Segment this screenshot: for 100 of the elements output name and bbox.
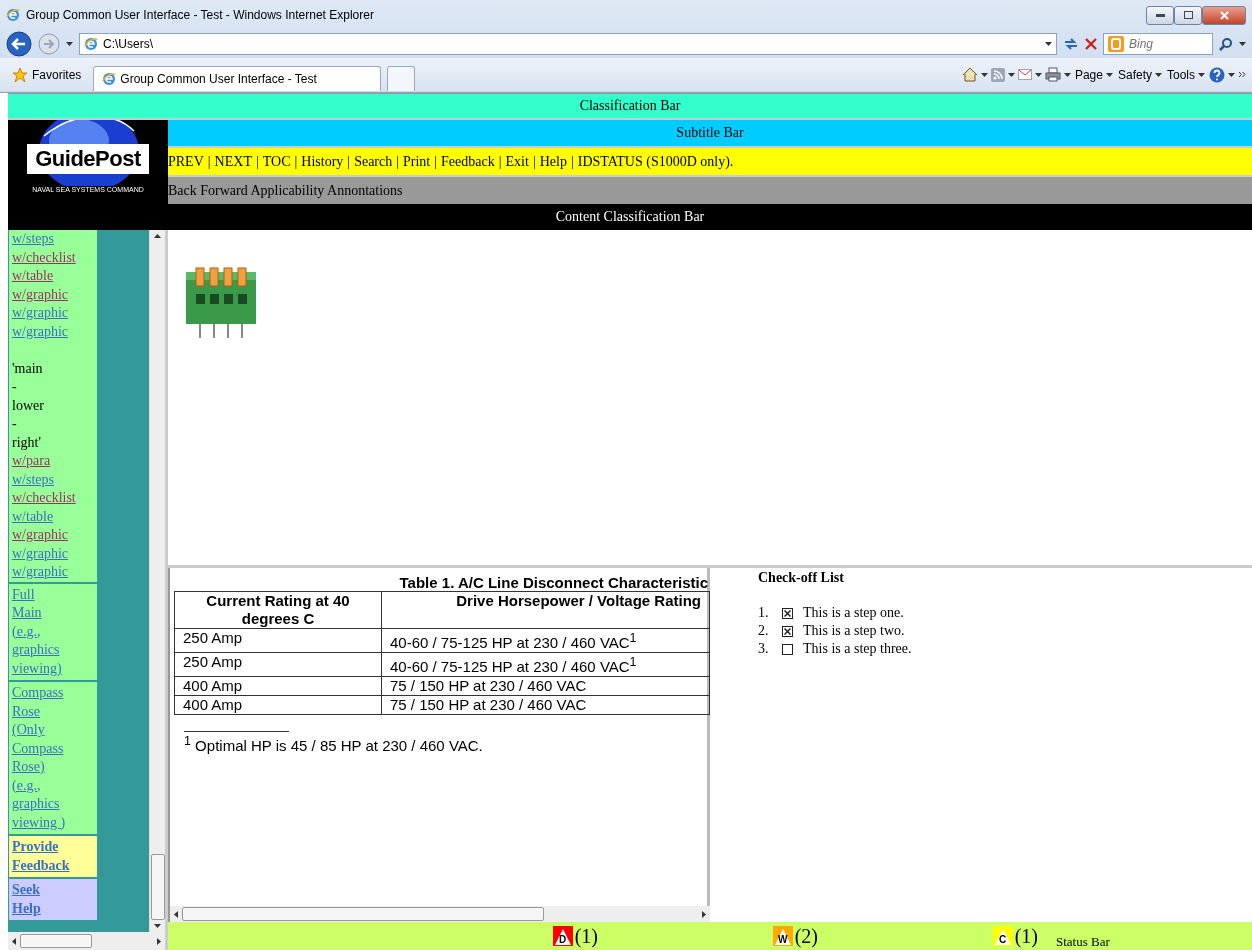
scroll-thumb[interactable] bbox=[150, 854, 165, 920]
arrow-right-icon[interactable] bbox=[157, 937, 161, 945]
cross-mark-icon bbox=[784, 627, 791, 635]
footnote: $^{1}$ Optimal HP is 45 / 85 HP at 230 / 460 VAC. bbox=[183, 734, 484, 754]
caret-icon[interactable] bbox=[1063, 72, 1071, 77]
nav-link[interactable]: NEXT bbox=[214, 153, 252, 170]
caret-icon[interactable] bbox=[1239, 42, 1246, 46]
sidebar-link[interactable]: Full Main (e.g., graphics viewing) bbox=[12, 585, 62, 678]
alert-sign: C bbox=[992, 926, 1013, 946]
table-cell: 40-60 / 75-125 HP at 230 / 460 VAC$^{1}$ bbox=[381, 652, 710, 677]
sidebar-text: - bbox=[12, 378, 17, 396]
menu-button[interactable]: Page bbox=[1073, 65, 1114, 84]
favorites-button[interactable]: Favorites bbox=[6, 63, 88, 86]
search-bar[interactable]: Bing bbox=[1103, 33, 1213, 55]
caret-icon bbox=[1155, 72, 1162, 77]
arrow-left-icon[interactable] bbox=[12, 937, 16, 945]
menu-button[interactable]: Safety bbox=[1116, 65, 1163, 84]
caret-icon bbox=[1105, 72, 1113, 77]
checkbox[interactable] bbox=[782, 607, 793, 619]
checklist-title: Check-off List bbox=[758, 570, 845, 586]
horizontal-scrollbar[interactable] bbox=[8, 932, 165, 950]
sidebar-link[interactable]: w/table bbox=[12, 507, 54, 526]
classification-bar: Classification Bar bbox=[8, 93, 1252, 118]
table-cell: 75 / 150 HP at 230 / 460 VAC bbox=[381, 695, 710, 715]
search-icon[interactable] bbox=[1219, 37, 1233, 51]
arrow-left-icon[interactable] bbox=[174, 910, 178, 918]
status-label: Status Bar bbox=[1055, 934, 1111, 950]
home-icon[interactable] bbox=[961, 67, 978, 82]
nav-link[interactable]: TOC bbox=[262, 153, 291, 170]
step-number: 2. bbox=[758, 622, 770, 640]
sidebar-link[interactable]: w/checklist bbox=[12, 248, 76, 267]
horizontal-scrollbar[interactable] bbox=[170, 906, 710, 922]
nav-link[interactable]: Help bbox=[539, 153, 567, 170]
step-number: 3. bbox=[758, 640, 770, 658]
content-classification-bar: Content Classification Bar bbox=[8, 204, 1252, 230]
sidebar-link[interactable]: w/table bbox=[12, 267, 54, 286]
caret-icon[interactable] bbox=[980, 72, 988, 77]
minimize-button[interactable] bbox=[1146, 5, 1174, 25]
table-cell: 400 Amp bbox=[174, 695, 382, 715]
stop-icon[interactable] bbox=[1085, 38, 1097, 50]
sidebar-link[interactable]: Provide Feedback bbox=[12, 838, 70, 875]
arrow-up-icon[interactable] bbox=[154, 234, 161, 238]
search-engine-logo-icon bbox=[1108, 36, 1124, 52]
nav-link[interactable]: Print bbox=[403, 153, 431, 170]
sidebar-link[interactable]: w/graphic bbox=[12, 544, 68, 563]
table-cell: 40-60 / 75-125 HP at 230 / 460 VAC$^{1}$ bbox=[381, 628, 710, 653]
chevron-icon[interactable] bbox=[1238, 71, 1246, 78]
table-cell: 250 Amp bbox=[174, 628, 382, 653]
vertical-scrollbar[interactable] bbox=[149, 230, 165, 932]
nav-link[interactable]: PREV bbox=[168, 153, 204, 170]
minimize-icon bbox=[1155, 13, 1165, 17]
separator: | bbox=[532, 153, 536, 170]
caret-icon[interactable] bbox=[1034, 72, 1042, 77]
sidebar-link[interactable]: Compass Rose (Only Compass Rose) (e.g., graphics viewing ) bbox=[12, 684, 66, 832]
sidebar-link[interactable]: w/graphic bbox=[12, 285, 68, 304]
nav-link[interactable]: History bbox=[301, 153, 344, 170]
sidebar-link[interactable]: w/steps bbox=[12, 230, 54, 249]
separator: | bbox=[570, 153, 574, 170]
nav-link[interactable]: IDSTATUS (S1000D only). bbox=[577, 153, 734, 170]
sidebar-link[interactable]: Seek Help bbox=[12, 881, 41, 918]
browser-tab[interactable]: Group Common User Interface - Test bbox=[93, 66, 382, 91]
caret-icon[interactable] bbox=[1007, 72, 1015, 77]
sidebar-link[interactable]: w/graphic bbox=[12, 563, 68, 582]
sidebar-link[interactable]: w/checklist bbox=[12, 489, 76, 508]
separator: | bbox=[294, 153, 298, 170]
column-header: Current Rating at 40 degrees C bbox=[174, 591, 382, 629]
printer-icon[interactable] bbox=[1044, 67, 1061, 82]
scroll-thumb[interactable] bbox=[20, 934, 92, 948]
checkbox[interactable] bbox=[782, 643, 793, 655]
nav-link[interactable]: Feedback bbox=[441, 153, 495, 170]
column-header: Drive Horsepower / Voltage Rating bbox=[381, 591, 710, 629]
caret-icon[interactable] bbox=[1228, 72, 1235, 77]
caret-icon[interactable] bbox=[1045, 42, 1052, 46]
maximize-icon bbox=[1183, 11, 1193, 19]
window-title: Group Common User Interface - Test - Windows Internet Explorer bbox=[26, 8, 374, 22]
caret-icon[interactable] bbox=[66, 42, 73, 46]
sidebar-link[interactable]: w/para bbox=[12, 452, 51, 471]
sidebar-link[interactable]: w/graphic bbox=[12, 304, 68, 323]
nav-link[interactable]: Exit bbox=[505, 153, 529, 170]
mail-icon[interactable] bbox=[1017, 69, 1032, 80]
close-button[interactable] bbox=[1202, 5, 1246, 25]
menu-button[interactable]: Tools bbox=[1166, 65, 1206, 84]
scroll-thumb[interactable] bbox=[182, 907, 544, 921]
maximize-button[interactable] bbox=[1174, 5, 1202, 25]
back-button[interactable] bbox=[6, 31, 32, 57]
sidebar-link[interactable]: w/steps bbox=[12, 470, 54, 489]
arrow-down-icon[interactable] bbox=[154, 924, 161, 928]
sidebar-link[interactable]: w/graphic bbox=[12, 526, 68, 545]
refresh-icon[interactable] bbox=[1063, 37, 1079, 51]
arrow-right-icon[interactable] bbox=[702, 910, 706, 918]
sidebar-text: - bbox=[12, 415, 17, 433]
checkbox[interactable] bbox=[782, 625, 793, 637]
sidebar-link[interactable]: w/graphic bbox=[12, 322, 68, 341]
separator: | bbox=[396, 153, 400, 170]
search-field[interactable]: Bing bbox=[1129, 37, 1199, 51]
address-field[interactable]: C:\Users\ bbox=[79, 33, 1057, 55]
help-icon[interactable] bbox=[1209, 66, 1225, 83]
nav-link[interactable]: Search bbox=[354, 153, 393, 170]
step-text: This is a step two. bbox=[803, 622, 905, 640]
sidebar-text: right' bbox=[12, 433, 41, 452]
